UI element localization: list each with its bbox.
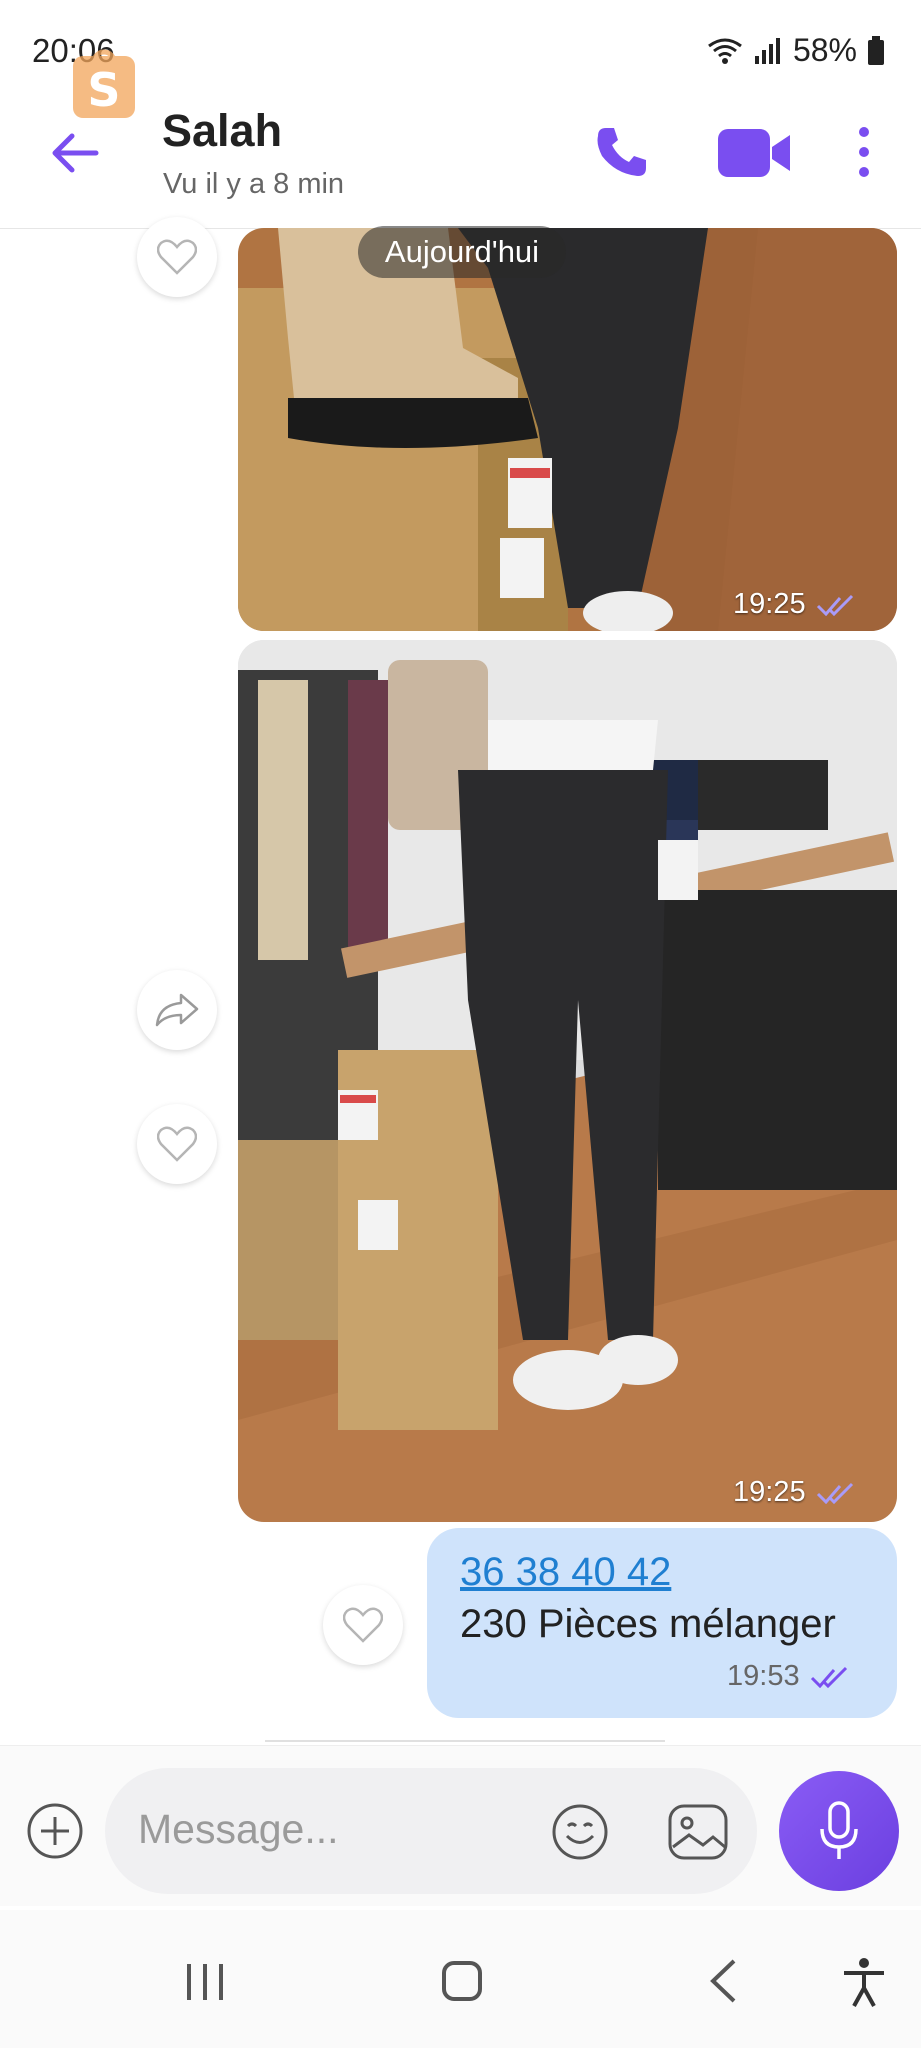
home-icon[interactable] bbox=[441, 1960, 483, 2002]
emoji-icon[interactable] bbox=[551, 1803, 609, 1861]
image-message-boots[interactable] bbox=[238, 228, 897, 631]
watermark-logo: S bbox=[18, 28, 178, 148]
double-check-icon bbox=[816, 594, 853, 616]
status-icons: 58% bbox=[707, 32, 885, 69]
timestamp-text: 19:53 bbox=[727, 1660, 800, 1692]
phone-call-icon[interactable] bbox=[592, 122, 652, 182]
timestamp-text: 19:25 bbox=[733, 1476, 806, 1508]
image-timestamp: 19:25 bbox=[733, 1476, 856, 1509]
recent-apps-icon[interactable] bbox=[183, 1962, 227, 2002]
heart-icon bbox=[157, 239, 197, 275]
microphone-icon bbox=[820, 1801, 858, 1859]
timestamp-text: 19:25 bbox=[733, 588, 806, 620]
wifi-icon bbox=[708, 38, 742, 64]
like-button[interactable] bbox=[137, 1104, 217, 1184]
battery-percent: 58% bbox=[792, 32, 857, 68]
message-text: 230 Pièces mélanger bbox=[460, 1602, 836, 1646]
battery-icon bbox=[868, 35, 884, 65]
forward-button[interactable] bbox=[137, 970, 217, 1050]
more-options-icon[interactable] bbox=[856, 126, 872, 178]
message-timestamp: 19:53 bbox=[727, 1660, 850, 1693]
video-call-icon[interactable] bbox=[718, 125, 792, 181]
message-placeholder: Message... bbox=[138, 1806, 339, 1852]
image-timestamp: 19:25 bbox=[733, 588, 856, 621]
accessibility-icon[interactable] bbox=[840, 1956, 888, 2008]
heart-icon bbox=[343, 1607, 383, 1643]
svg-text:S: S bbox=[87, 63, 120, 117]
nav-back-icon[interactable] bbox=[708, 1958, 738, 2004]
date-separator: Aujourd'hui bbox=[358, 226, 566, 278]
plus-icon[interactable] bbox=[26, 1802, 84, 1860]
like-button[interactable] bbox=[137, 217, 217, 297]
scroll-divider bbox=[265, 1740, 665, 1742]
voice-message-button[interactable] bbox=[779, 1771, 899, 1891]
image-message-jeans[interactable] bbox=[238, 640, 897, 1522]
forward-arrow-icon bbox=[155, 993, 199, 1027]
double-check-icon bbox=[810, 1666, 847, 1688]
heart-icon bbox=[157, 1126, 197, 1162]
message-link[interactable]: 36 38 40 42 bbox=[460, 1550, 671, 1595]
like-button[interactable] bbox=[323, 1585, 403, 1665]
contact-name[interactable]: Salah bbox=[162, 105, 282, 157]
signal-icon bbox=[754, 37, 780, 64]
contact-last-seen: Vu il y a 8 min bbox=[163, 168, 345, 200]
sticker-icon[interactable] bbox=[667, 1803, 729, 1861]
double-check-icon bbox=[816, 1482, 853, 1504]
